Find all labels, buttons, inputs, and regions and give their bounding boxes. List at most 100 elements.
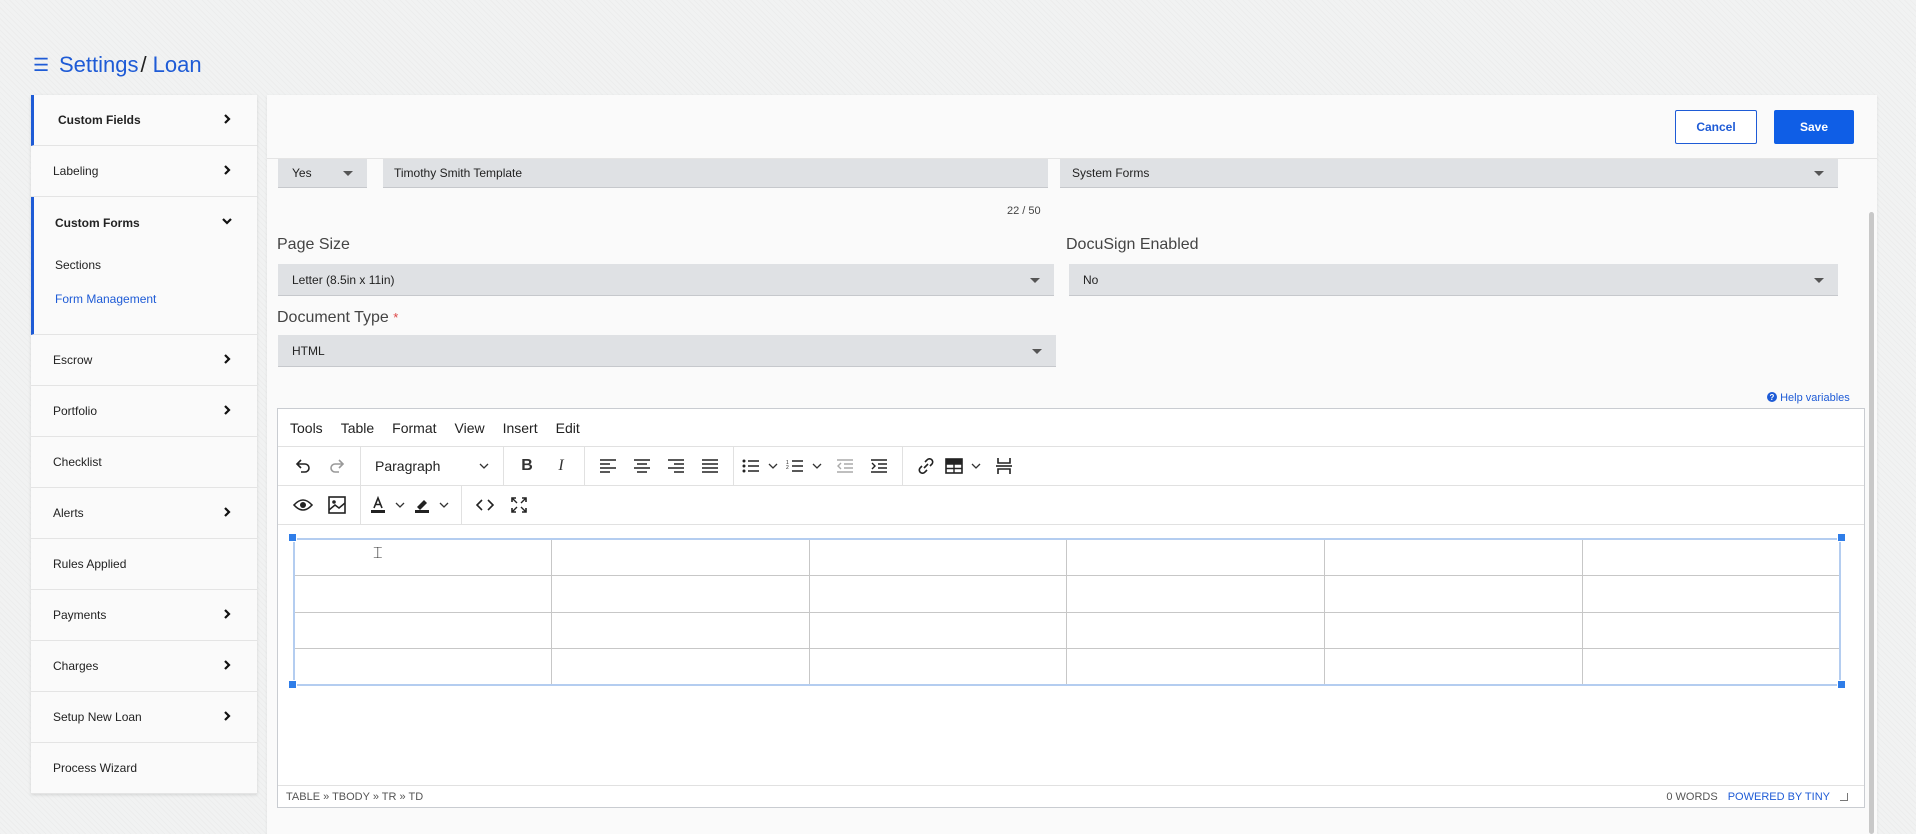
active-select[interactable]: Yes bbox=[278, 159, 367, 188]
sidebar-subitem-sections[interactable]: Sections bbox=[34, 248, 257, 282]
docusign-select[interactable]: No bbox=[1069, 264, 1838, 296]
chevron-down-icon[interactable] bbox=[965, 451, 987, 481]
chevron-down-icon[interactable] bbox=[433, 490, 455, 520]
bullet-list-icon[interactable] bbox=[740, 451, 762, 481]
indent-icon[interactable] bbox=[862, 451, 896, 481]
help-variables-link[interactable]: ? Help variables bbox=[1767, 392, 1850, 404]
sidebar-item-payments[interactable]: Payments bbox=[31, 590, 257, 641]
editor-menubar: Tools Table Format View Insert Edit bbox=[278, 409, 1864, 447]
sidebar-item-labeling[interactable]: Labeling bbox=[31, 146, 257, 197]
menu-insert[interactable]: Insert bbox=[503, 420, 538, 436]
cancel-button[interactable]: Cancel bbox=[1675, 110, 1757, 144]
align-right-icon[interactable] bbox=[659, 451, 693, 481]
menu-table[interactable]: Table bbox=[341, 420, 374, 436]
resize-handle-bottom-right[interactable] bbox=[1837, 680, 1846, 689]
align-justify-icon[interactable] bbox=[693, 451, 727, 481]
preview-icon[interactable] bbox=[286, 490, 320, 520]
table-cell[interactable] bbox=[293, 648, 553, 686]
table-cell[interactable] bbox=[293, 538, 553, 576]
numbered-list-icon[interactable]: 12 bbox=[784, 451, 806, 481]
table-cell[interactable] bbox=[551, 575, 810, 613]
sidebar-item-checklist[interactable]: Checklist bbox=[31, 437, 257, 488]
table-cell[interactable] bbox=[1066, 538, 1326, 576]
hamburger-icon[interactable]: ☰ bbox=[33, 55, 59, 76]
sidebar-item-process-wizard[interactable]: Process Wizard bbox=[31, 743, 257, 794]
align-center-icon[interactable] bbox=[625, 451, 659, 481]
settings-sidebar: Custom Fields Labeling Custom Forms Secti… bbox=[31, 95, 257, 794]
table-cell[interactable] bbox=[808, 611, 1068, 649]
sidebar-item-setup-new-loan[interactable]: Setup New Loan bbox=[31, 692, 257, 743]
sidebar-item-custom-forms[interactable]: Custom Forms bbox=[34, 197, 257, 248]
table-cell[interactable] bbox=[1324, 611, 1583, 649]
resize-handle-bottom-left[interactable] bbox=[288, 680, 297, 689]
source-code-icon[interactable] bbox=[468, 490, 502, 520]
chevron-down-icon[interactable] bbox=[762, 451, 784, 481]
table-icon[interactable] bbox=[943, 451, 965, 481]
fullscreen-icon[interactable] bbox=[502, 490, 536, 520]
form-name-input[interactable]: Timothy Smith Template bbox=[383, 159, 1048, 188]
table-cell[interactable] bbox=[1066, 611, 1326, 649]
chevron-down-icon[interactable] bbox=[806, 451, 828, 481]
word-count[interactable]: 0 WORDS bbox=[1666, 791, 1717, 803]
sidebar-item-charges[interactable]: Charges bbox=[31, 641, 257, 692]
image-icon[interactable] bbox=[320, 490, 354, 520]
resize-handle-top-left[interactable] bbox=[288, 533, 297, 542]
page-break-icon[interactable] bbox=[987, 451, 1021, 481]
resize-handle-top-right[interactable] bbox=[1837, 533, 1846, 542]
sidebar-item-escrow[interactable]: Escrow bbox=[31, 335, 257, 386]
table-cell[interactable] bbox=[551, 538, 810, 576]
table-cell[interactable] bbox=[1324, 538, 1583, 576]
bold-icon[interactable]: B bbox=[510, 451, 544, 481]
align-left-icon[interactable] bbox=[591, 451, 625, 481]
table-cell[interactable] bbox=[1066, 648, 1326, 686]
scrollbar[interactable] bbox=[1869, 212, 1874, 834]
table-cell[interactable] bbox=[1324, 648, 1583, 686]
italic-icon[interactable]: I bbox=[544, 451, 578, 481]
editor-content-area[interactable]: ⌶ bbox=[278, 526, 1864, 783]
highlight-color-icon[interactable] bbox=[411, 490, 433, 520]
block-format-select[interactable]: Paragraph bbox=[367, 451, 497, 481]
table-cell[interactable] bbox=[551, 648, 810, 686]
text-color-icon[interactable] bbox=[367, 490, 389, 520]
sidebar-item-rules-applied[interactable]: Rules Applied bbox=[31, 539, 257, 590]
powered-by-link[interactable]: POWERED BY TINY bbox=[1728, 791, 1830, 803]
table-cell[interactable] bbox=[551, 611, 810, 649]
category-select[interactable]: System Forms bbox=[1060, 159, 1838, 188]
menu-view[interactable]: View bbox=[455, 420, 485, 436]
table-cell[interactable] bbox=[808, 538, 1068, 576]
page-size-select[interactable]: Letter (8.5in x 11in) bbox=[278, 264, 1054, 296]
menu-format[interactable]: Format bbox=[392, 420, 436, 436]
table-cell[interactable] bbox=[293, 611, 553, 649]
menu-edit[interactable]: Edit bbox=[556, 420, 580, 436]
chevron-down-icon bbox=[221, 215, 233, 230]
menu-tools[interactable]: Tools bbox=[290, 420, 323, 436]
sidebar-subitem-form-management[interactable]: Form Management bbox=[34, 282, 257, 316]
content-table[interactable] bbox=[293, 538, 1841, 686]
table-cell[interactable] bbox=[1066, 575, 1326, 613]
breadcrumb-separator: / bbox=[140, 52, 147, 77]
chevron-down-icon[interactable] bbox=[389, 490, 411, 520]
table-cell[interactable] bbox=[1581, 611, 1841, 649]
table-cell[interactable] bbox=[1581, 575, 1841, 613]
table-cell[interactable] bbox=[293, 575, 553, 613]
redo-icon[interactable] bbox=[320, 451, 354, 481]
sidebar-item-portfolio[interactable]: Portfolio bbox=[31, 386, 257, 437]
save-button[interactable]: Save bbox=[1774, 110, 1854, 144]
resize-grip-icon[interactable] bbox=[1840, 792, 1848, 801]
element-path[interactable]: TABLE » TBODY » TR » TD bbox=[286, 791, 423, 803]
page-size-label: Page Size bbox=[277, 236, 350, 253]
table-cell[interactable] bbox=[1581, 538, 1841, 576]
link-icon[interactable] bbox=[909, 451, 943, 481]
active-select-value: Yes bbox=[292, 166, 312, 180]
sidebar-item-custom-fields[interactable]: Custom Fields bbox=[31, 95, 257, 146]
outdent-icon[interactable] bbox=[828, 451, 862, 481]
table-cell[interactable] bbox=[1581, 648, 1841, 686]
table-cell[interactable] bbox=[808, 575, 1068, 613]
sidebar-item-alerts[interactable]: Alerts bbox=[31, 488, 257, 539]
form-name-value: Timothy Smith Template bbox=[394, 166, 523, 180]
undo-icon[interactable] bbox=[286, 451, 320, 481]
breadcrumb-settings[interactable]: Settings bbox=[59, 52, 139, 78]
table-cell[interactable] bbox=[808, 648, 1068, 686]
document-type-select[interactable]: HTML bbox=[278, 335, 1056, 367]
table-cell[interactable] bbox=[1324, 575, 1583, 613]
